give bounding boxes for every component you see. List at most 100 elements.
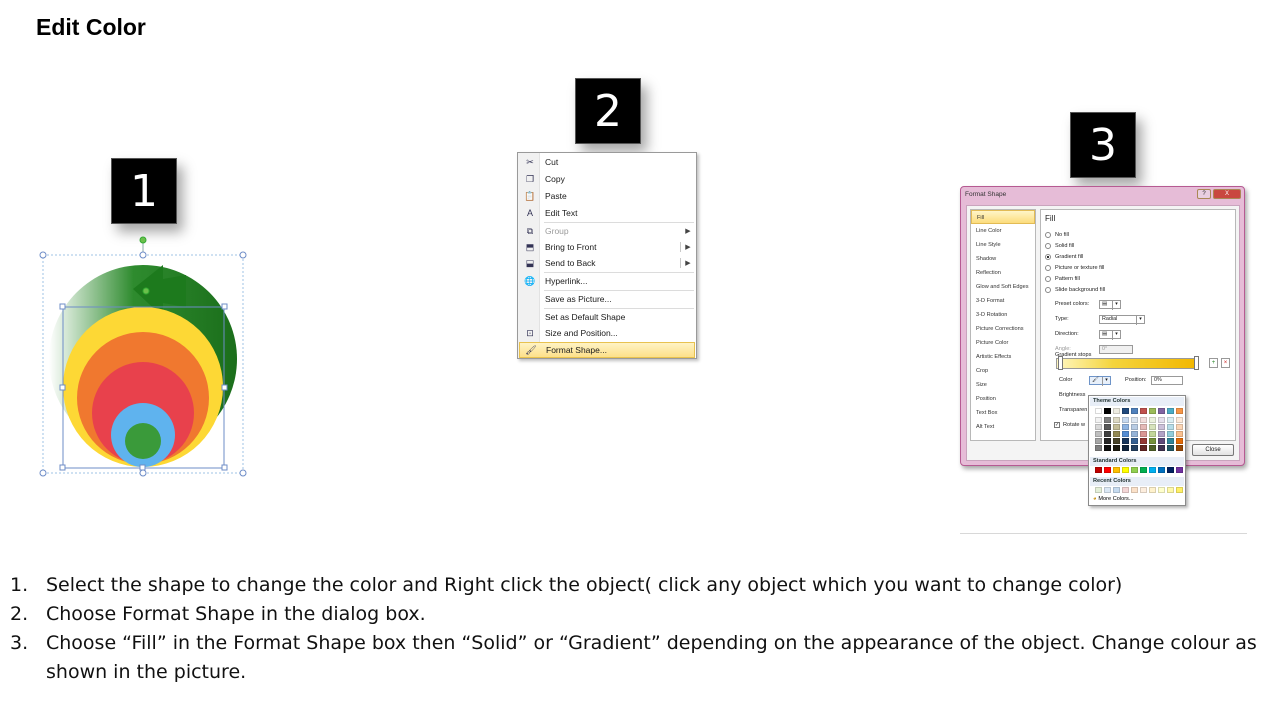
color-swatch[interactable] xyxy=(1131,424,1138,430)
color-swatch[interactable] xyxy=(1113,431,1120,437)
color-swatch[interactable] xyxy=(1104,431,1111,437)
color-swatch[interactable] xyxy=(1122,438,1129,444)
color-swatch[interactable] xyxy=(1158,467,1165,473)
menu-item-copy[interactable]: ❐ Copy xyxy=(519,171,695,187)
color-swatch[interactable] xyxy=(1140,424,1147,430)
color-swatch[interactable] xyxy=(1140,408,1147,414)
remove-stop-icon[interactable]: × xyxy=(1221,358,1230,368)
color-swatch[interactable] xyxy=(1131,417,1138,423)
color-swatch[interactable] xyxy=(1104,487,1111,493)
menu-item-bring-to-front[interactable]: ⬒ Bring to Front ▶ xyxy=(519,239,695,255)
color-swatch[interactable] xyxy=(1149,467,1156,473)
type-dropdown[interactable]: Radial ▾ xyxy=(1099,314,1145,325)
nav-item-picture-corrections[interactable]: Picture Corrections xyxy=(971,322,1035,336)
color-swatch[interactable] xyxy=(1122,467,1129,473)
color-swatch[interactable] xyxy=(1167,467,1174,473)
nav-item-line-style[interactable]: Line Style xyxy=(971,238,1035,252)
color-swatch[interactable] xyxy=(1104,438,1111,444)
color-picker-button[interactable]: 🖌 ▾ xyxy=(1089,375,1111,386)
color-swatch[interactable] xyxy=(1131,438,1138,444)
color-swatch[interactable] xyxy=(1167,424,1174,430)
nav-item-alt-text[interactable]: Alt Text xyxy=(971,420,1035,434)
checkbox-checked-icon[interactable]: ✓ xyxy=(1054,422,1060,428)
color-swatch[interactable] xyxy=(1167,431,1174,437)
menu-item-set-default-shape[interactable]: Set as Default Shape xyxy=(519,309,695,325)
gradient-stop-handle[interactable] xyxy=(1194,356,1199,370)
color-swatch[interactable] xyxy=(1095,467,1102,473)
color-swatch[interactable] xyxy=(1113,445,1120,451)
color-swatch[interactable] xyxy=(1122,431,1129,437)
nav-item-reflection[interactable]: Reflection xyxy=(971,266,1035,280)
concentric-circles-shape[interactable] xyxy=(36,235,251,480)
color-swatch[interactable] xyxy=(1167,445,1174,451)
color-swatch[interactable] xyxy=(1122,417,1129,423)
nav-item-picture-color[interactable]: Picture Color xyxy=(971,336,1035,350)
more-colors-item[interactable]: ◕ More Colors... xyxy=(1093,496,1134,502)
color-swatch[interactable] xyxy=(1149,417,1156,423)
menu-item-send-to-back[interactable]: ⬓ Send to Back ▶ xyxy=(519,255,695,271)
color-swatch[interactable] xyxy=(1176,408,1183,414)
color-swatch[interactable] xyxy=(1176,438,1183,444)
color-swatch[interactable] xyxy=(1149,408,1156,414)
add-stop-icon[interactable]: + xyxy=(1209,358,1218,368)
color-swatch[interactable] xyxy=(1140,467,1147,473)
gradient-stop-handle[interactable] xyxy=(1058,356,1063,370)
color-swatch[interactable] xyxy=(1149,445,1156,451)
fill-option-solid[interactable]: Solid fill xyxy=(1045,241,1074,251)
fill-option-picture[interactable]: Picture or texture fill xyxy=(1045,263,1104,273)
color-swatch[interactable] xyxy=(1176,487,1183,493)
color-swatch[interactable] xyxy=(1131,431,1138,437)
nav-item-size[interactable]: Size xyxy=(971,378,1035,392)
nav-item-3d-rotation[interactable]: 3-D Rotation xyxy=(971,308,1035,322)
green-center-circle[interactable] xyxy=(125,423,161,459)
color-swatch[interactable] xyxy=(1140,431,1147,437)
color-swatch[interactable] xyxy=(1167,408,1174,414)
angle-input[interactable]: 0° xyxy=(1099,344,1133,354)
color-swatch[interactable] xyxy=(1131,445,1138,451)
color-swatch[interactable] xyxy=(1176,431,1183,437)
gradient-stops-bar[interactable] xyxy=(1056,358,1198,369)
color-swatch[interactable] xyxy=(1104,408,1111,414)
direction-dropdown[interactable]: ▤ ▾ xyxy=(1099,329,1121,340)
color-swatch[interactable] xyxy=(1104,467,1111,473)
color-swatch[interactable] xyxy=(1095,431,1102,437)
color-swatch[interactable] xyxy=(1176,445,1183,451)
color-swatch[interactable] xyxy=(1131,408,1138,414)
nav-item-glow[interactable]: Glow and Soft Edges xyxy=(971,280,1035,294)
color-swatch[interactable] xyxy=(1113,467,1120,473)
close-window-button[interactable]: X xyxy=(1213,189,1241,199)
color-swatch[interactable] xyxy=(1113,424,1120,430)
menu-item-format-shape[interactable]: 🖌 Format Shape... xyxy=(519,342,695,358)
color-swatch[interactable] xyxy=(1167,487,1174,493)
color-swatch[interactable] xyxy=(1158,438,1165,444)
color-swatch[interactable] xyxy=(1176,417,1183,423)
color-swatch[interactable] xyxy=(1140,445,1147,451)
menu-item-size-and-position[interactable]: ⊡ Size and Position... xyxy=(519,325,695,341)
color-swatch[interactable] xyxy=(1122,487,1129,493)
color-swatch[interactable] xyxy=(1095,424,1102,430)
fill-option-slide-background[interactable]: Slide background fill xyxy=(1045,285,1105,295)
color-swatch[interactable] xyxy=(1149,424,1156,430)
color-swatch[interactable] xyxy=(1113,438,1120,444)
color-swatch[interactable] xyxy=(1149,487,1156,493)
menu-item-save-as-picture[interactable]: Save as Picture... xyxy=(519,291,695,307)
color-swatch[interactable] xyxy=(1095,408,1102,414)
fill-option-no-fill[interactable]: No fill xyxy=(1045,230,1069,240)
preset-colors-dropdown[interactable]: ▤ ▾ xyxy=(1099,299,1121,310)
fill-option-pattern[interactable]: Pattern fill xyxy=(1045,274,1080,284)
color-swatch[interactable] xyxy=(1149,431,1156,437)
menu-item-group[interactable]: ⧉ Group ▶ xyxy=(519,223,695,239)
color-swatch[interactable] xyxy=(1176,467,1183,473)
color-swatch[interactable] xyxy=(1104,417,1111,423)
color-swatch[interactable] xyxy=(1122,424,1129,430)
rotate-handle[interactable] xyxy=(139,236,147,244)
color-swatch[interactable] xyxy=(1131,487,1138,493)
nav-item-text-box[interactable]: Text Box xyxy=(971,406,1035,420)
color-swatch[interactable] xyxy=(1122,445,1129,451)
color-swatch[interactable] xyxy=(1140,487,1147,493)
color-swatch[interactable] xyxy=(1140,438,1147,444)
color-swatch[interactable] xyxy=(1104,424,1111,430)
color-swatch[interactable] xyxy=(1095,438,1102,444)
nav-item-3d-format[interactable]: 3-D Format xyxy=(971,294,1035,308)
color-swatch[interactable] xyxy=(1167,438,1174,444)
